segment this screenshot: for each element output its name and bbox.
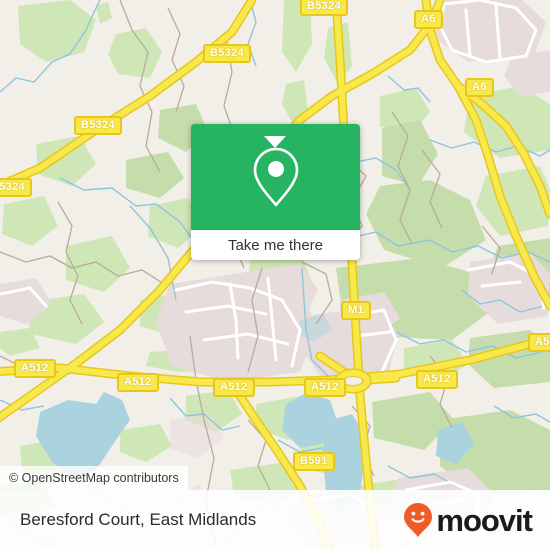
map-screenshot: B5324 A6 B5324 A6 B5324 B5324 M1 A512 A5… bbox=[0, 0, 550, 550]
popup-tail bbox=[264, 136, 286, 148]
road-label-a512-far-left: A512 bbox=[14, 359, 56, 378]
road-label-a512-centre: A512 bbox=[304, 378, 346, 397]
road-label-a512-mid: A512 bbox=[213, 378, 255, 397]
road-label-b5324-edge: B5324 bbox=[0, 178, 32, 197]
osm-attribution[interactable]: © OpenStreetMap contributors bbox=[0, 466, 188, 490]
take-me-there-label: Take me there bbox=[227, 236, 324, 254]
moovit-brand[interactable]: moovit bbox=[403, 502, 533, 538]
road-label-b591: B591 bbox=[293, 452, 335, 471]
road-label-a512-edge: A512 bbox=[528, 333, 550, 352]
road-label-a512-right: A512 bbox=[416, 370, 458, 389]
road-label-b5324-upper: B5324 bbox=[203, 44, 251, 63]
road-label-a6-top: A6 bbox=[414, 10, 443, 29]
road-label-b5324-left: B5324 bbox=[74, 116, 122, 135]
road-label-b5324-top: B5324 bbox=[300, 0, 348, 16]
footer-bar: Beresford Court, East Midlands moovit bbox=[0, 490, 550, 550]
moovit-pin-smile-icon bbox=[404, 503, 433, 537]
road-label-a6-right: A6 bbox=[465, 78, 494, 97]
moovit-wordmark: moovit bbox=[436, 502, 533, 538]
place-name: Beresford Court, East Midlands bbox=[20, 510, 257, 529]
road-label-m1: M1 bbox=[341, 301, 371, 320]
road-label-a512-left: A512 bbox=[117, 373, 159, 392]
popup-action-area[interactable]: Take me there bbox=[191, 230, 360, 260]
map-pin-icon bbox=[253, 147, 298, 207]
